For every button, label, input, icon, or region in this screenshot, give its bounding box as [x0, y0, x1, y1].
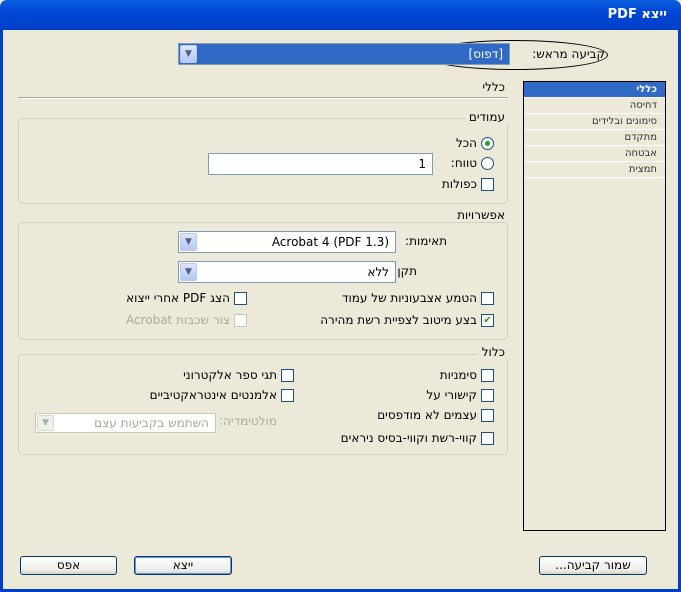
bookmarks-checkbox[interactable]: [481, 369, 494, 382]
category-item[interactable]: דחיסה: [524, 98, 665, 114]
ebook-tags-checkbox[interactable]: [281, 369, 294, 382]
view-pdf-checkbox[interactable]: [234, 292, 247, 305]
category-item[interactable]: אבטחה: [524, 146, 665, 162]
embed-thumbs-checkbox[interactable]: [481, 292, 494, 305]
export-button[interactable]: ייצא: [134, 556, 232, 575]
divider: [18, 97, 508, 99]
bookmarks-label: סימניות: [439, 368, 477, 382]
category-item[interactable]: תמצית: [524, 162, 665, 178]
interactive-label: אלמנטים אינטראקטיביים: [149, 388, 277, 402]
ebook-tags-label: תגי ספר אלקטרוני: [183, 368, 277, 382]
acrobat-layers-label: צור שכבות Acrobat: [125, 313, 230, 327]
all-pages-label: הכל: [455, 136, 477, 150]
compat-label: תאימות:: [405, 234, 447, 248]
standard-label: תקן:: [393, 264, 417, 278]
category-item[interactable]: מתקדם: [524, 130, 665, 146]
include-group-title: כלול: [477, 345, 509, 359]
chevron-down-icon[interactable]: ▼: [180, 45, 197, 63]
nonprinting-checkbox[interactable]: [481, 409, 494, 422]
window-title: ייצא PDF: [607, 7, 667, 22]
optimize-label: בצע מיטוב לצפיית רשת מהירה: [320, 313, 477, 327]
hyperlinks-checkbox[interactable]: [481, 389, 494, 402]
category-item[interactable]: סימונים ובלידים: [524, 114, 665, 130]
view-pdf-label: הצג PDF אחרי ייצוא: [126, 291, 230, 305]
chevron-down-icon[interactable]: ▼: [37, 415, 54, 431]
range-label: טווח:: [450, 156, 477, 170]
section-title: כללי: [482, 80, 505, 94]
spreads-checkbox[interactable]: [481, 178, 494, 191]
preset-select[interactable]: [דפוס] ▼: [178, 43, 510, 65]
range-input[interactable]: 1: [208, 153, 433, 175]
category-list[interactable]: כללי דחיסה סימונים ובלידים מתקדם אבטחה ת…: [523, 81, 666, 531]
title-bar: ייצא PDF: [0, 0, 681, 30]
save-preset-button[interactable]: שמור קביעה...: [539, 556, 647, 575]
embed-thumbs-label: הטמע אצבעוניות של עמוד: [341, 291, 477, 305]
reset-button[interactable]: אפס: [20, 556, 117, 575]
standard-select[interactable]: ללא ▼: [178, 261, 396, 283]
nonprinting-label: עצמים לא מודפסים: [377, 408, 477, 422]
hyperlinks-label: קישורי על: [426, 388, 477, 402]
spreads-label: כפולות: [441, 177, 477, 191]
optimize-checkbox[interactable]: ✔: [481, 314, 494, 327]
multimedia-select[interactable]: השתמש בקביעות עצם ▼: [35, 413, 216, 433]
chevron-down-icon[interactable]: ▼: [180, 263, 197, 281]
guides-checkbox[interactable]: [481, 432, 494, 445]
chevron-down-icon[interactable]: ▼: [180, 233, 197, 251]
all-pages-radio[interactable]: [481, 137, 494, 150]
range-radio[interactable]: [481, 157, 494, 170]
preset-value: [דפוס]: [468, 47, 503, 61]
compat-select[interactable]: Acrobat 4 (PDF 1.3) ▼: [178, 231, 396, 253]
guides-label: קווי-רשת וקווי-בסיס ניראים: [340, 431, 477, 445]
multimedia-label: מולטימדיה:: [219, 414, 277, 428]
options-group-title: אפשרויות: [453, 208, 509, 222]
pages-group-title: עמודים: [464, 110, 509, 124]
category-item[interactable]: כללי: [524, 82, 665, 98]
interactive-checkbox[interactable]: [281, 389, 294, 402]
acrobat-layers-checkbox[interactable]: [234, 314, 247, 327]
